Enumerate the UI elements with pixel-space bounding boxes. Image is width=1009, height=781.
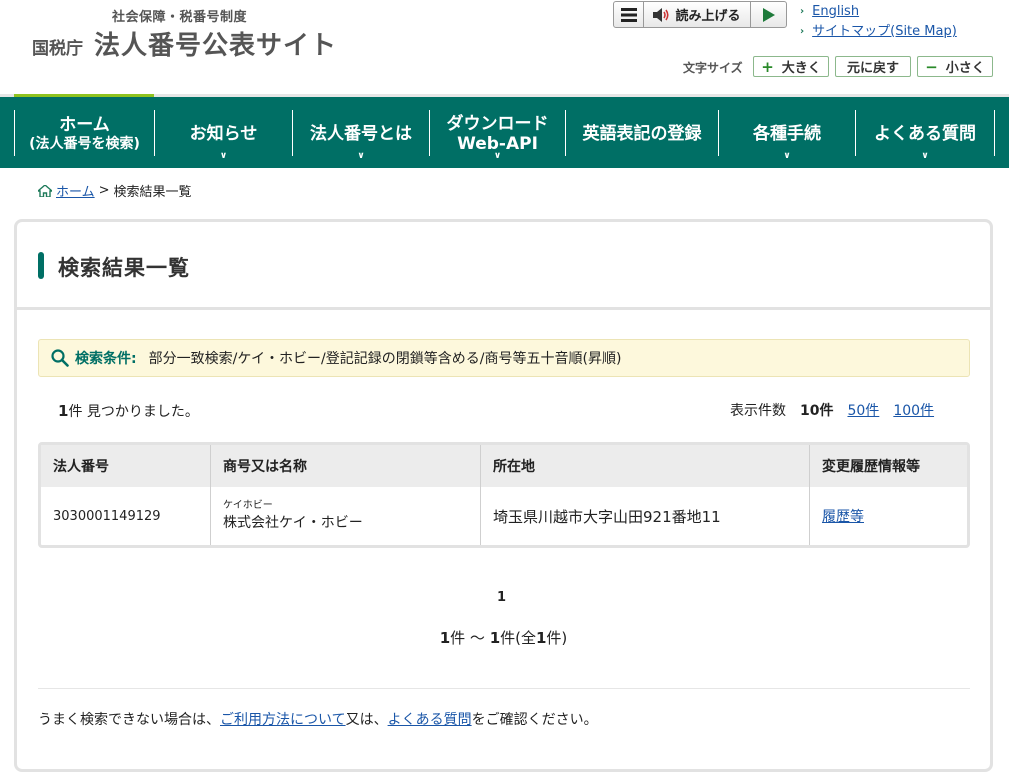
site-logo[interactable]: 法人番号公表サイト	[94, 25, 337, 62]
font-larger-label: 大きく	[781, 61, 821, 76]
result-count: 1件 見つかりました。	[58, 401, 199, 421]
history-link[interactable]: 履歴等	[822, 509, 864, 525]
page-title: 検索結果一覧	[58, 256, 190, 280]
font-smaller-label: 小さく	[945, 61, 985, 76]
footnote-text: をご確認ください。	[471, 712, 598, 728]
read-aloud-menu-button[interactable]	[614, 2, 644, 27]
nav-item-faq[interactable]: よくある質問 ∨	[856, 111, 994, 161]
corporate-number-cell: 3030001149129	[41, 487, 211, 545]
breadcrumb: ホーム > 検索結果一覧	[38, 181, 192, 200]
table-header-row: 法人番号 商号又は名称 所在地 変更履歴情報等	[41, 445, 967, 487]
search-conditions-value: 部分一致検索/ケイ・ホビー/登記記録の閉鎖等含める/商号等五十音順(昇順)	[148, 351, 622, 367]
result-range: 1件 ～ 1件(全1件)	[17, 627, 990, 648]
chevron-down-icon: ∨	[219, 151, 228, 161]
font-reset-button[interactable]: 元に戻す	[835, 56, 911, 77]
range-close: 件)	[546, 629, 568, 647]
nav-item-download[interactable]: ダウンロード Web-API ∨	[430, 111, 565, 161]
breadcrumb-separator: >	[98, 183, 110, 198]
column-header-number: 法人番号	[41, 445, 211, 487]
nav-item-about[interactable]: 法人番号とは ∨	[293, 111, 429, 161]
home-icon	[38, 184, 52, 197]
usage-guide-link[interactable]: ご利用方法について	[220, 712, 346, 728]
search-conditions: 検索条件: 部分一致検索/ケイ・ホビー/登記記録の閉鎖等含める/商号等五十音順(…	[38, 339, 970, 377]
range-from: 1	[439, 629, 451, 647]
company-name-cell: ケイホビー 株式会社ケイ・ホビー	[211, 487, 481, 545]
range-end: 件(全	[500, 629, 536, 647]
range-to: 1	[489, 629, 501, 647]
nav-item-home[interactable]: ホーム (法人番号を検索)	[15, 111, 154, 157]
nav-item-label: 各種手続	[753, 124, 821, 144]
company-name-kana: ケイホビー	[223, 500, 273, 511]
read-aloud-button[interactable]: 読み上げる	[644, 2, 751, 27]
chevron-right-icon: ›	[800, 26, 805, 37]
logo-subtitle: 社会保障・税番号制度	[112, 10, 248, 25]
chevron-down-icon: ∨	[783, 151, 791, 161]
nav-separator	[994, 110, 995, 156]
company-name: 株式会社ケイ・ホビー	[223, 515, 363, 531]
search-conditions-label: 検索条件:	[75, 351, 137, 367]
chevron-down-icon: ∨	[493, 151, 502, 161]
nav-item-english-registration[interactable]: 英語表記の登録	[566, 111, 718, 157]
breadcrumb-current: 検索結果一覧	[113, 185, 192, 200]
footnote-text: うまく検索できない場合は、	[38, 712, 220, 728]
nav-item-label: 英語表記の登録	[582, 124, 702, 144]
chevron-down-icon: ∨	[921, 151, 929, 161]
nav-item-news[interactable]: お知らせ ∨	[155, 111, 292, 161]
per-page-selector: 表示件数 10件 50件 100件	[730, 400, 934, 420]
results-panel: 検索結果一覧 検索条件: 部分一致検索/ケイ・ホビー/登記記録の閉鎖等含める/商…	[14, 219, 993, 772]
range-mid: 件 ～	[450, 629, 490, 647]
site-header: 社会保障・税番号制度 国税庁 法人番号公表サイト 読み上げる › English	[0, 0, 1009, 94]
logo-agency[interactable]: 国税庁	[32, 34, 83, 59]
per-page-label: 表示件数	[730, 403, 786, 419]
title-accent-bar	[38, 252, 44, 279]
address-cell: 埼玉県川越市大字山田921番地11	[481, 487, 810, 545]
speaker-icon	[653, 7, 670, 22]
font-reset-label: 元に戻す	[846, 61, 899, 76]
nav-item-label: よくある質問	[874, 124, 976, 144]
font-smaller-button[interactable]: − 小さく	[917, 56, 993, 77]
results-table: 法人番号 商号又は名称 所在地 変更履歴情報等 3030001149129 ケイ…	[38, 442, 970, 548]
nav-item-label: 法人番号とは	[310, 124, 412, 144]
column-header-name: 商号又は名称	[211, 445, 481, 487]
font-size-label: 文字サイズ	[683, 61, 743, 75]
per-page-50-link[interactable]: 50件	[847, 400, 879, 420]
result-count-text: 件 見つかりました。	[68, 404, 199, 420]
per-page-current: 10件	[800, 403, 834, 419]
hamburger-icon	[620, 7, 637, 22]
chevron-down-icon: ∨	[357, 151, 365, 161]
column-header-history: 変更履歴情報等	[810, 445, 967, 487]
nav-item-sublabel: (法人番号を検索)	[29, 136, 140, 152]
column-header-address: 所在地	[481, 445, 810, 487]
nav-item-procedures[interactable]: 各種手続 ∨	[719, 111, 855, 161]
read-aloud-bar: 読み上げる	[613, 1, 787, 28]
font-larger-button[interactable]: + 大きく	[753, 56, 829, 77]
read-aloud-label: 読み上げる	[675, 9, 741, 24]
search-icon	[51, 349, 69, 367]
plus-icon: +	[761, 57, 774, 76]
history-cell: 履歴等	[810, 487, 967, 545]
breadcrumb-home-link[interactable]: ホーム	[56, 181, 95, 200]
english-link[interactable]: English	[812, 2, 859, 22]
play-icon	[762, 7, 775, 22]
top-links: › English › サイトマップ(Site Map)	[800, 2, 957, 42]
table-row: 3030001149129 ケイホビー 株式会社ケイ・ホビー 埼玉県川越市大字山…	[41, 487, 967, 545]
chevron-right-icon: ›	[800, 6, 805, 17]
pagination-current-page: 1	[497, 590, 507, 605]
global-nav: ホーム (法人番号を検索) お知らせ ∨ 法人番号とは ∨ ダウンロード Web…	[0, 97, 1009, 168]
panel-title-bar: 検索結果一覧	[17, 222, 990, 310]
play-button[interactable]	[751, 2, 786, 27]
range-total: 1	[535, 629, 547, 647]
help-footnote: うまく検索できない場合は、ご利用方法について又は、よくある質問をご確認ください。	[38, 709, 598, 729]
result-count-number: 1	[58, 402, 69, 420]
footnote-text: 又は、	[345, 712, 388, 728]
faq-link[interactable]: よくある質問	[388, 712, 472, 728]
per-page-100-link[interactable]: 100件	[893, 400, 934, 420]
footnote-divider	[38, 688, 970, 689]
nav-item-label: お知らせ	[189, 124, 258, 144]
sitemap-link[interactable]: サイトマップ(Site Map)	[812, 22, 957, 42]
minus-icon: −	[925, 57, 938, 76]
nav-item-label: ダウンロード	[446, 114, 549, 134]
nav-item-label: ホーム	[59, 115, 110, 135]
